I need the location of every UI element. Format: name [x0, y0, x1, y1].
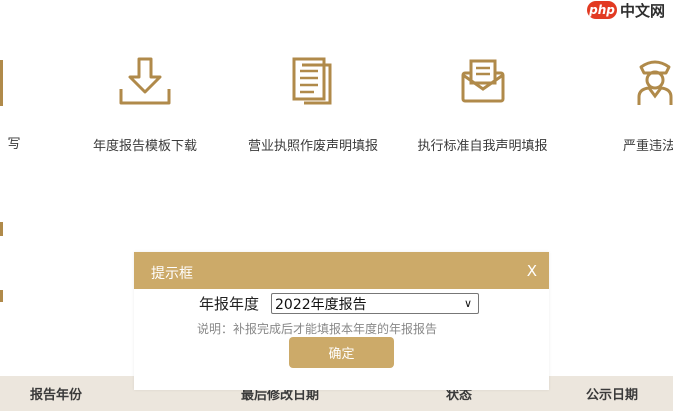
dialog-title: 提示框 [151, 266, 193, 282]
download-tray-icon [119, 57, 171, 105]
confirm-button[interactable]: 确定 [289, 337, 394, 368]
year-row: 年报年度 2022年度报告 ∨ [199, 293, 480, 314]
service-item-standard-declaration[interactable]: 执行标准自我声明填报 [405, 55, 560, 154]
year-select[interactable]: 2022年度报告 ∨ [271, 293, 480, 314]
header-report-year: 报告年份 [30, 388, 83, 403]
chevron-down-icon: ∨ [463, 297, 473, 310]
dialog-header: 提示框 X [134, 252, 549, 289]
close-button[interactable]: X [527, 262, 537, 280]
year-select-value: 2022年度报告 [275, 296, 367, 313]
service-label: 写 [7, 137, 21, 152]
service-item-fill[interactable]: 写 [0, 55, 30, 152]
watermark-text: 中文网 [619, 1, 665, 20]
cut-off-fragment [0, 222, 3, 236]
year-label: 年报年度 [199, 295, 260, 313]
dialog-note: 说明：补报完成后才能填报本年度的年报报告 [197, 322, 438, 336]
service-item-serious-violation[interactable]: 严重违法 [605, 55, 673, 154]
page: php 中文网 写 年度报告模板下载 营业执照作废声明填报 执行标准自我声明填报… [0, 0, 673, 411]
service-item-template-download[interactable]: 年度报告模板下载 [75, 55, 215, 154]
header-publish-date: 公示日期 [586, 388, 639, 403]
officer-icon [637, 60, 673, 105]
php-badge: php [586, 1, 617, 19]
service-label: 严重违法 [622, 139, 673, 154]
service-label: 年度报告模板下载 [92, 139, 197, 154]
service-label: 营业执照作废声明填报 [247, 139, 378, 154]
prompt-dialog: 提示框 X 年报年度 2022年度报告 ∨ 说明：补报完成后才能填报本年度的年报… [134, 252, 549, 390]
pen-icon [0, 55, 20, 105]
service-item-license-void[interactable]: 营业执照作废声明填报 [238, 55, 388, 154]
documents-icon [292, 57, 332, 105]
open-envelope-icon [461, 59, 504, 103]
cut-off-fragment [0, 290, 3, 302]
service-label: 执行标准自我声明填报 [417, 139, 548, 154]
watermark-logo: php 中文网 [586, 0, 665, 20]
